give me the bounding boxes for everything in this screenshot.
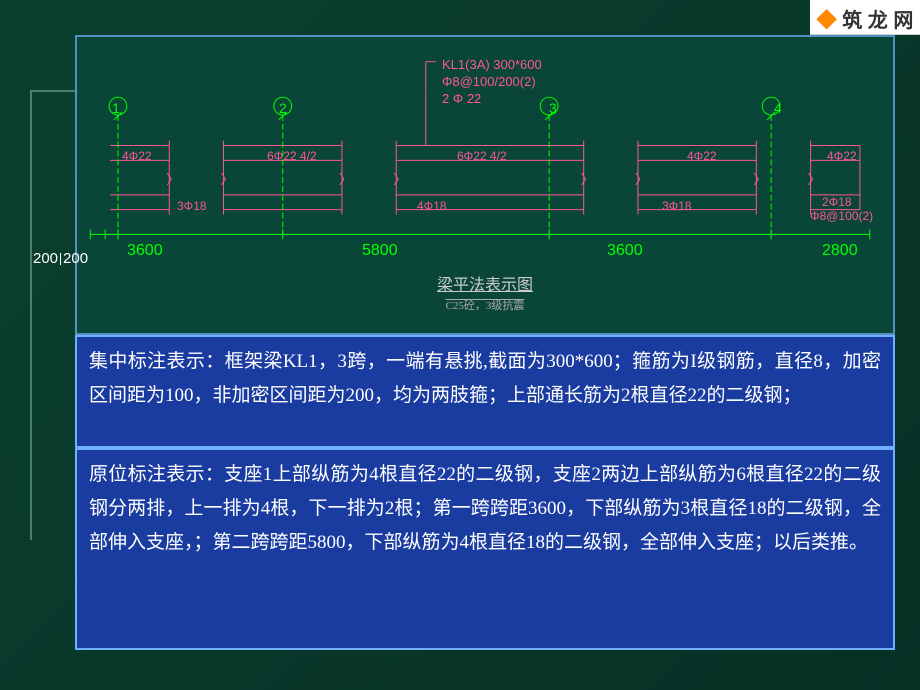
left-offset-dims: 200200	[33, 250, 88, 267]
axis-2: 2	[279, 100, 287, 116]
beam-callout: KL1(3A) 300*600 Φ8@100/200(2) 2 Φ 22	[442, 57, 542, 108]
figure-subtitle-text: C25砼，3级抗震	[437, 297, 533, 313]
description-text-2: 原位标注表示：支座1上部纵筋为4根直径22的二级钢，支座2两边上部纵筋为6根直径…	[89, 464, 881, 553]
span-dim-4: 2800	[822, 242, 858, 260]
bottom-rebar-cant-2: Φ8@100(2)	[810, 209, 873, 223]
bottom-rebar-cant-1: 2Φ18	[822, 195, 852, 209]
span-dim-2: 5800	[362, 242, 398, 260]
axis-3: 3	[549, 100, 557, 116]
axis-4: 4	[774, 100, 782, 116]
bottom-rebar-span1: 3Φ18	[177, 199, 207, 213]
beam-top-bar: 2 Φ 22	[442, 91, 542, 108]
watermark-logo: ◆ 筑 龙 网	[810, 0, 920, 35]
top-rebar-axis3: 4Φ22	[687, 149, 717, 163]
figure-title-text: 梁平法表示图	[437, 271, 533, 295]
axis-1: 1	[112, 100, 120, 116]
watermark-text: 筑 龙 网	[842, 10, 913, 32]
top-rebar-axis2-left: 6Φ22 4/2	[267, 149, 317, 163]
description-text-1: 集中标注表示：框架梁KL1，3跨，一端有悬挑,截面为300*600；箍筋为I级钢…	[89, 351, 881, 406]
beam-stirrup: Φ8@100/200(2)	[442, 74, 542, 91]
beam-name-size: KL1(3A) 300*600	[442, 57, 542, 74]
top-rebar-cantilever: 4Φ22	[827, 149, 857, 163]
description-panel-1: 集中标注表示：框架梁KL1，3跨，一端有悬挑,截面为300*600；箍筋为I级钢…	[75, 335, 895, 448]
span-dim-3: 3600	[607, 242, 643, 260]
top-rebar-axis2-right: 6Φ22 4/2	[457, 149, 507, 163]
beam-diagram: KL1(3A) 300*600 Φ8@100/200(2) 2 Φ 22 1 2…	[75, 35, 895, 335]
bottom-rebar-span3: 3Φ18	[662, 199, 692, 213]
background-rect-decoration	[30, 90, 80, 540]
top-rebar-axis1: 4Φ22	[122, 149, 152, 163]
figure-caption: 梁平法表示图 C25砼，3级抗震	[437, 271, 533, 313]
span-dim-1: 3600	[127, 242, 163, 260]
bottom-rebar-span2: 4Φ18	[417, 199, 447, 213]
description-panel-2: 原位标注表示：支座1上部纵筋为4根直径22的二级钢，支座2两边上部纵筋为6根直径…	[75, 448, 895, 650]
